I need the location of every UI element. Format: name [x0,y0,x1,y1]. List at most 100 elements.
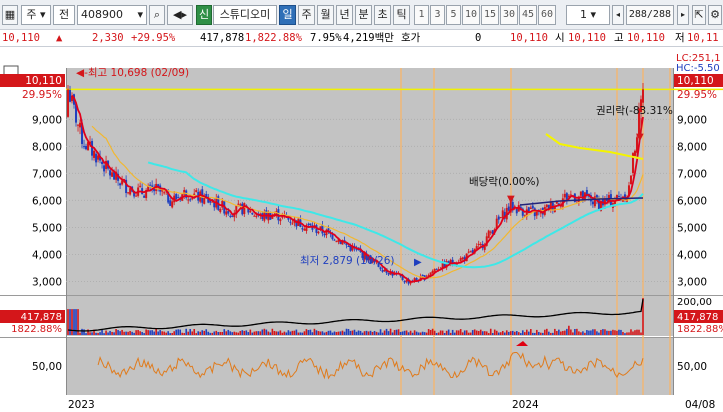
chart-area[interactable]: 10,110 29.95% 9,000 8,000 7,000 6,000 5,000 4… [0,48,723,412]
interval-button-6[interactable]: 45 [519,5,537,25]
volume-bar [85,333,87,335]
period-button-0[interactable]: 일 [279,5,296,25]
volume-bar [467,332,470,335]
left-y-ticks: 9,000 8,000 7,000 6,000 5,000 4,000 3,000 [32,114,62,288]
volume-bar [251,332,254,335]
volume-bar [149,330,151,335]
interval-button-5[interactable]: 30 [500,5,518,25]
interval-button-0[interactable]: 1 [414,5,429,25]
period-button-6[interactable]: 틱 [393,5,410,25]
prev-page-icon[interactable]: ◂ [612,5,624,25]
volume-bar [548,331,550,335]
sound-icon[interactable]: ◀▸ [167,5,193,25]
candle-body [195,190,198,193]
candle-body [231,215,234,217]
period-button-3[interactable]: 년 [336,5,353,25]
volume-bar [333,331,336,335]
volume-bar [447,329,450,335]
volume-bar [469,332,472,335]
chart-canvas[interactable]: 10,110 29.95% 9,000 8,000 7,000 6,000 5,000 4… [0,48,723,412]
volume-bar [489,328,492,335]
volume-bar [199,331,202,335]
dividend-annotation: 배당락(0.00%) [469,176,540,188]
period-button-4[interactable]: 분 [355,5,372,25]
search-icon[interactable]: ⌕ [149,5,165,25]
volume-bar [417,332,420,335]
volume-bar [147,330,149,335]
volume-bar [558,329,560,335]
volume-bar [123,331,125,335]
volume-bar [471,330,474,335]
right-tick-label: 3,000 [677,276,707,288]
candle-body [489,231,492,233]
period-type-label: 전 [58,8,70,21]
volume-bar [377,332,380,335]
volume-bar [397,329,400,335]
period-button-2[interactable]: 월 [317,5,334,25]
volume-bar [321,331,324,335]
candle-body [177,197,180,199]
interval-button-1[interactable]: 3 [430,5,445,25]
period-type-select[interactable]: 전 [53,5,75,25]
volume-bar [185,328,188,335]
volume-bar [582,331,584,335]
volume-bar [501,330,504,335]
volume-bar [519,333,522,335]
candle-body [289,221,292,223]
volume-bar [173,331,175,335]
candle-body [77,124,80,126]
left-tick-label: 9,000 [32,114,62,126]
volume-bar [99,332,101,335]
candle-body [171,201,174,208]
volume-bar [349,330,352,335]
next-page-icon[interactable]: ▸ [677,5,689,25]
volume-bar [369,330,372,335]
right-tick-label: 7,000 [677,168,707,180]
volume-bar [457,330,460,335]
interval-button-7[interactable]: 60 [538,5,556,25]
volume-bar [311,332,314,335]
volume-bar [137,329,139,335]
volume-bar [259,331,262,335]
candle-body [431,270,434,274]
right-tick-label: 9,000 [677,114,707,126]
interval-button-2[interactable]: 5 [446,5,461,25]
volume-bar [119,331,121,335]
settings-icon[interactable]: ⚙ [708,5,722,25]
volume-bar [257,331,260,335]
rsi-panel-bg [66,338,673,395]
interval-button-3[interactable]: 10 [462,5,480,25]
volume-bar [183,333,186,335]
period-button-5[interactable]: 초 [374,5,391,25]
volume-bar [155,328,157,335]
high-label: 고 [614,32,624,44]
volume-bar [606,330,608,335]
volume-bar [249,329,252,335]
candle-body [309,223,312,226]
volume-bar [540,332,542,335]
volume-bar [117,330,119,335]
volume-bar [383,330,386,335]
interval-select[interactable]: 1 ▾ [566,5,610,25]
volume-bar [580,332,582,335]
period-button-1[interactable]: 주 [298,5,315,25]
candle-body [229,215,232,217]
volume-bar [325,331,328,335]
volume-bar [309,329,312,335]
candle-body [85,145,88,150]
page-count: 288/288 [626,5,674,25]
grid-menu-icon[interactable]: ▦ [2,5,18,25]
volume-bar [413,330,416,335]
zoom-fit-icon[interactable]: ⇱ [692,5,706,25]
volume-bar [505,330,508,335]
volume-bar [590,330,592,335]
volume-bar [243,330,246,335]
interval-button-4[interactable]: 15 [481,5,499,25]
volume-bar [485,331,488,335]
market-type-select[interactable]: 주 ▾ [21,5,51,25]
volume-bar [604,329,606,335]
bid-label: 호가 [401,32,421,44]
stock-code-input[interactable]: 408900 ▾ [77,5,147,25]
candle-body [497,216,500,220]
volume-bar [329,330,332,335]
